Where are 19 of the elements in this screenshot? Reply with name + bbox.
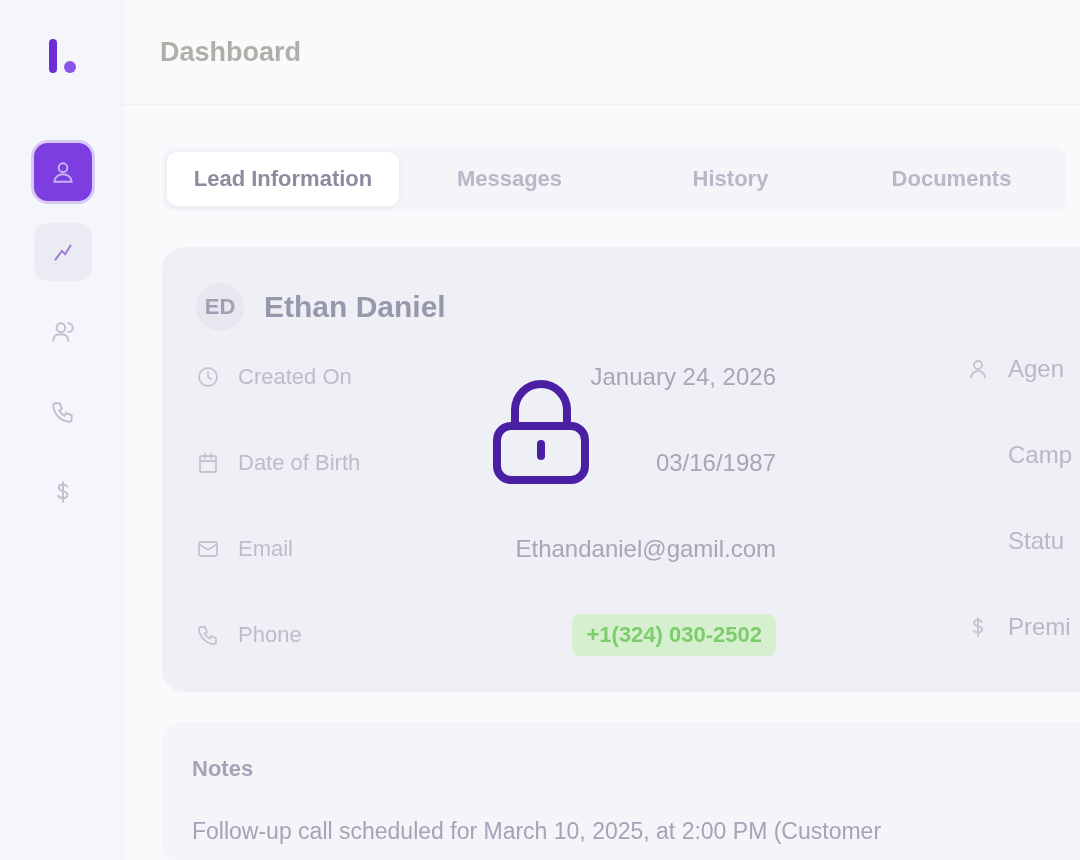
field-value: January 24, 2026 (590, 363, 776, 391)
avatar-initials: ED (196, 283, 244, 331)
lead-name: Ethan Daniel (264, 290, 446, 324)
tab[interactable]: History (620, 152, 841, 206)
field-value: Ethandaniel@gamil.com (515, 535, 776, 563)
tab[interactable]: Documents (841, 152, 1062, 206)
notes-text: Follow-up call scheduled for March 10, 2025, at 2:00 PM (Customer (192, 818, 883, 845)
calendar-icon (196, 451, 220, 475)
clock-icon (196, 365, 220, 389)
nav-button[interactable] (33, 143, 92, 201)
tab[interactable]: Lead Information (167, 152, 399, 206)
page-title: Dashboard (160, 36, 302, 68)
phone-icon (196, 623, 220, 647)
users-icon (49, 319, 76, 345)
phone-badge: +1(324) 030-2502 (572, 614, 776, 656)
notes-title: Notes (192, 756, 255, 782)
tab[interactable]: Messages (399, 152, 620, 206)
field-value: 03/16/1987 (655, 449, 776, 477)
phone-icon (49, 399, 76, 425)
